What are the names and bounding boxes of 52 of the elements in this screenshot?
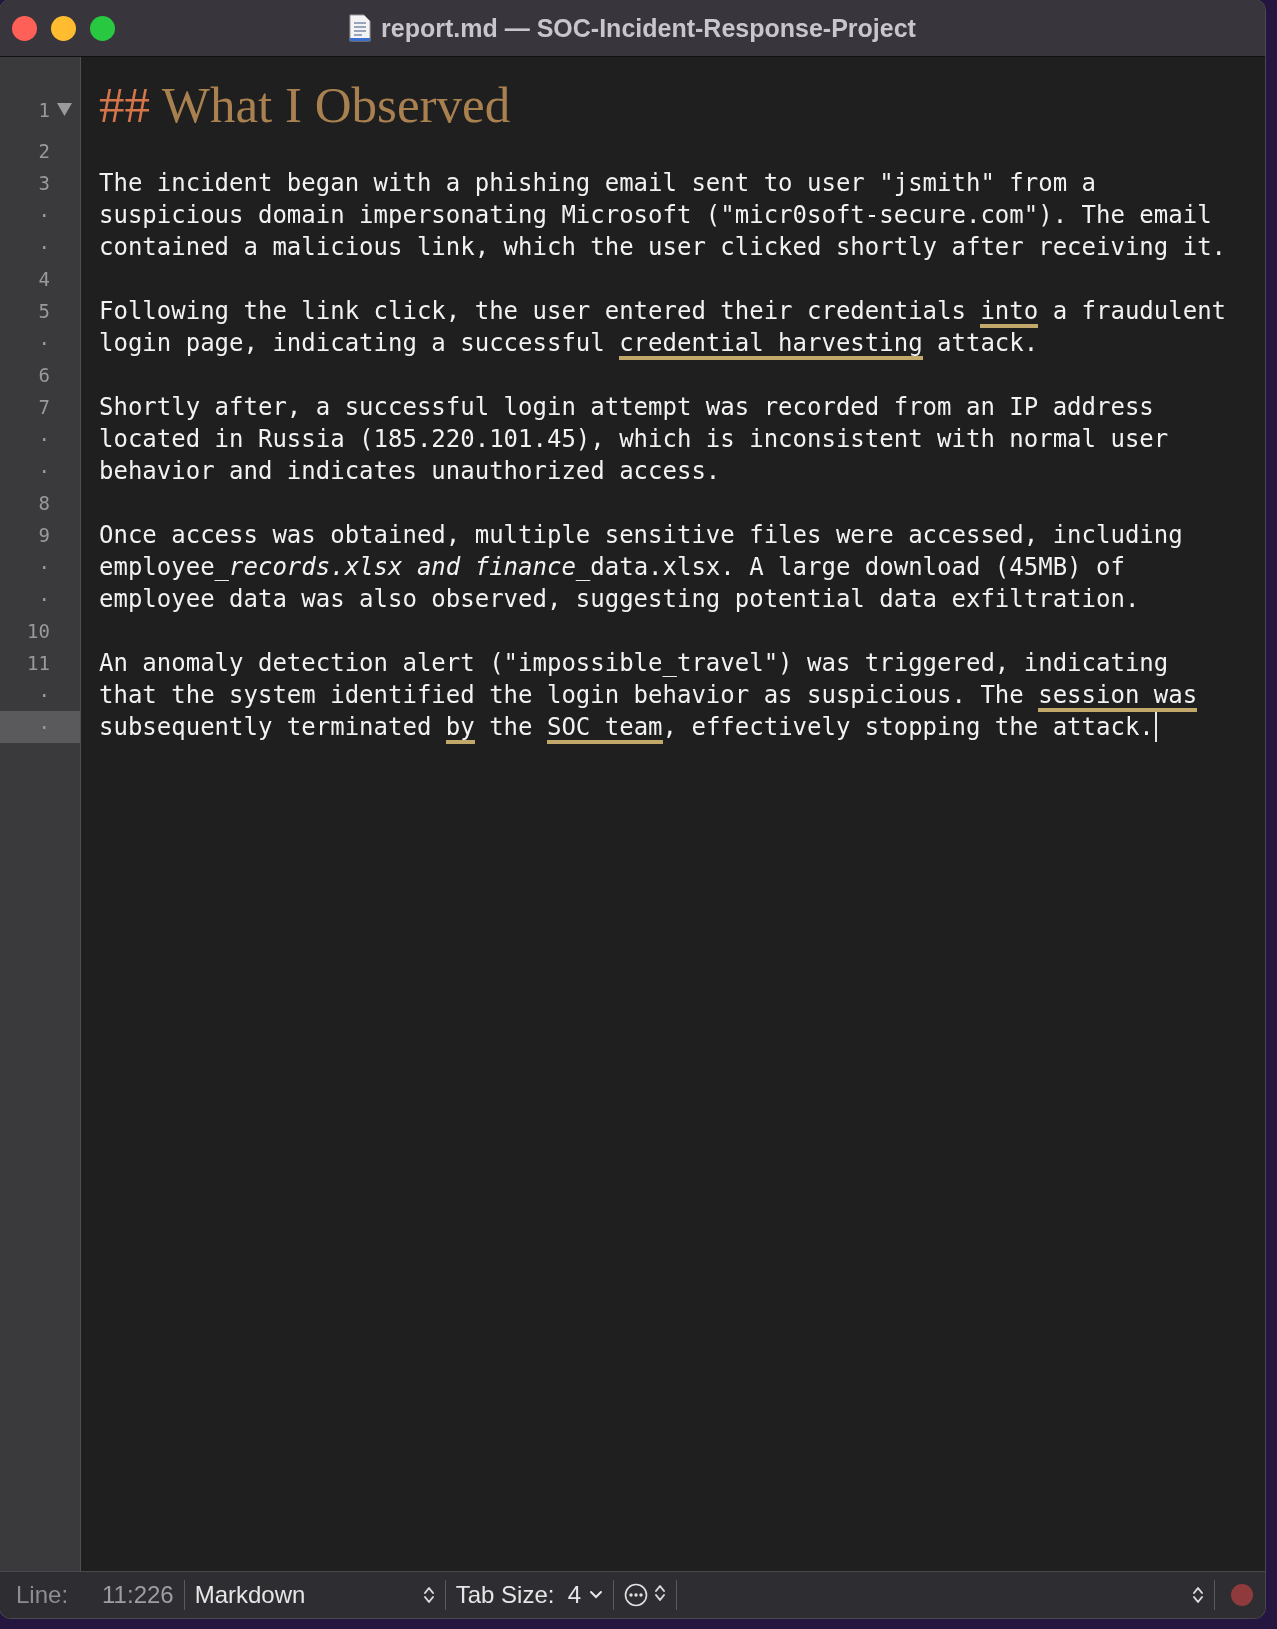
text-line: login page, indicating a successful credential harvesting attack. bbox=[99, 327, 1039, 359]
line-number: · bbox=[37, 587, 51, 612]
line-number: 4 bbox=[37, 267, 51, 292]
line-number: · bbox=[37, 427, 51, 452]
stepper-icon[interactable] bbox=[654, 1583, 667, 1603]
text-line: Following the link click, the user entered their credentials into a fraudulent bbox=[99, 295, 1227, 327]
line-number: 6 bbox=[37, 363, 51, 388]
fold-triangle-icon[interactable] bbox=[57, 103, 72, 116]
more-options-icon[interactable] bbox=[624, 1583, 649, 1607]
text-line: The incident began with a phishing email sent to user "jsmith" from a bbox=[99, 168, 1096, 199]
line-number: · bbox=[0, 711, 80, 743]
line-number: 7 bbox=[37, 395, 51, 420]
line-label: Line: bbox=[16, 1581, 69, 1609]
text-line: employee_records.xlsx and finance_data.xlsx. A large download (45MB) of bbox=[99, 552, 1125, 583]
text-line: suspicious domain impersonating Microsoft ("micr0soft-secure.com"). The email bbox=[99, 200, 1212, 231]
text-line: Shortly after, a successful login attempt was recorded from an IP address bbox=[99, 392, 1154, 423]
text-line: Once access was obtained, multiple sensitive files were accessed, including bbox=[99, 520, 1183, 551]
language-selector[interactable]: Markdown bbox=[194, 1581, 435, 1609]
line-number: 5 bbox=[37, 299, 51, 324]
line-number: · bbox=[37, 683, 51, 708]
line-number: 1 bbox=[0, 75, 80, 135]
minimize-button[interactable] bbox=[51, 15, 76, 41]
line-number: 3 bbox=[37, 171, 51, 196]
line-number: 9 bbox=[37, 523, 51, 548]
window-title: report.md — SOC-Incident-Response-Project bbox=[381, 13, 916, 43]
tab-size-selector[interactable]: Tab Size: 4 bbox=[455, 1581, 604, 1609]
line-number: · bbox=[37, 459, 51, 484]
line-number: 10 bbox=[26, 619, 51, 644]
text-line: located in Russia (185.220.101.45), which is inconsistent with normal user bbox=[99, 424, 1169, 455]
zoom-button[interactable] bbox=[90, 15, 115, 41]
text-line: behavior and indicates unauthorized access. bbox=[99, 456, 721, 487]
text-line: An anomaly detection alert ("impossible_travel") was triggered, indicating bbox=[99, 648, 1169, 679]
text-line: that the system identified the login behavior as suspicious. The session was bbox=[99, 679, 1198, 711]
line-number: 11 bbox=[26, 651, 51, 676]
heading-text: ## What I Observed bbox=[99, 76, 511, 134]
line-number: · bbox=[37, 203, 51, 228]
line-number: 2 bbox=[37, 139, 51, 164]
close-button[interactable] bbox=[12, 15, 37, 41]
line-number: · bbox=[37, 555, 51, 580]
text-line: contained a malicious link, which the user clicked shortly after receiving it. bbox=[99, 232, 1227, 263]
record-indicator-icon bbox=[1231, 1584, 1253, 1606]
chevron-updown-icon[interactable] bbox=[422, 1585, 435, 1605]
stepper-icon[interactable] bbox=[1192, 1585, 1204, 1605]
text-line: employee data was also observed, suggesting potential data exfiltration. bbox=[99, 584, 1140, 615]
line-number: · bbox=[37, 235, 51, 260]
line-number: 8 bbox=[37, 491, 51, 516]
text-line: subsequently terminated by the SOC team, effectively stopping the attack. bbox=[99, 711, 1154, 743]
chevron-down-icon[interactable] bbox=[589, 1590, 604, 1600]
document-icon bbox=[349, 14, 372, 42]
line-number: · bbox=[37, 331, 51, 356]
cursor-position: 11:226 bbox=[102, 1581, 174, 1609]
text-cursor bbox=[1154, 712, 1157, 742]
